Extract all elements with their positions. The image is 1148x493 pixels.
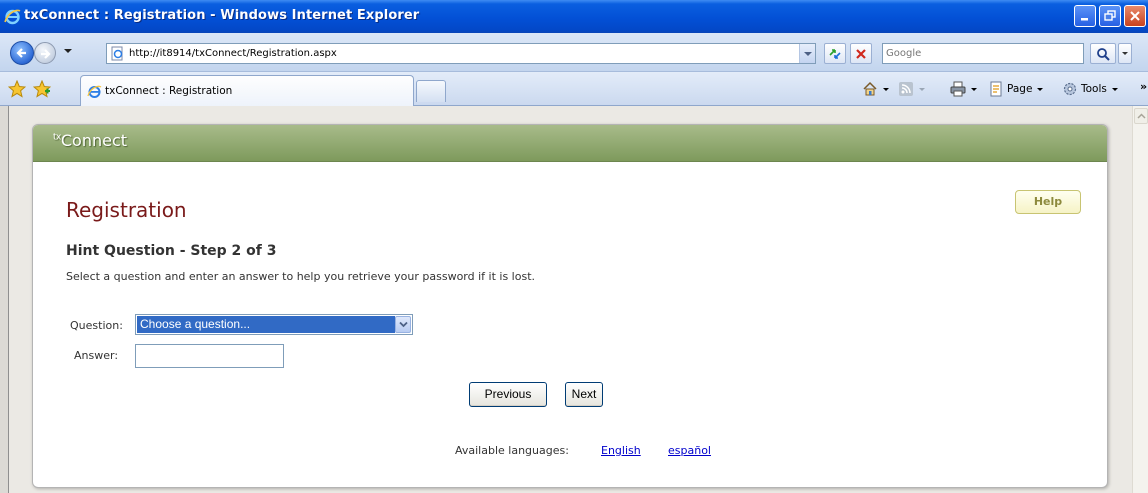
languages-label: Available languages: [455,444,569,457]
answer-input[interactable] [135,344,284,368]
add-favorites-icon[interactable] [33,80,51,98]
close-button[interactable] [1124,5,1146,27]
tab-registration[interactable]: txConnect : Registration [80,75,414,106]
refresh-go-icon [829,48,841,59]
chevron-down-icon [399,321,408,328]
address-dropdown[interactable] [799,44,815,63]
app-header: txConnect [33,125,1107,162]
home-icon [863,81,877,96]
search-field[interactable] [882,43,1084,64]
arrow-left-icon [16,48,26,58]
tab-label: txConnect : Registration [105,85,233,97]
printer-icon [950,81,966,97]
forward-button[interactable] [34,42,56,64]
answer-label: Answer: [74,349,119,362]
restore-button[interactable] [1099,5,1121,27]
url-input[interactable] [129,45,789,62]
print-button[interactable] [950,81,977,97]
stop-icon [856,48,866,59]
vertical-scrollbar[interactable] [1132,106,1148,493]
help-button[interactable]: Help [1015,190,1081,214]
recent-pages-dropdown[interactable] [64,49,72,53]
question-label: Question: [70,319,123,332]
question-dropdown-button[interactable] [395,316,411,333]
window-titlebar: txConnect : Registration - Windows Inter… [0,0,1148,33]
registration-panel: txConnect Help [32,124,1108,488]
new-tab-button[interactable] [416,80,446,102]
address-bar [0,33,1148,72]
question-selected-value: Choose a question... [137,316,395,333]
page-icon [111,46,123,61]
address-field[interactable] [106,43,816,64]
instructions-text: Select a question and enter an answer to… [66,270,536,283]
window-title: txConnect : Registration - Windows Inter… [24,8,420,23]
ie-page-icon [87,85,102,98]
gear-icon [1063,82,1077,96]
next-button[interactable]: Next [565,382,603,407]
scroll-up-button[interactable] [1134,108,1148,124]
toolbar-overflow-button[interactable]: » [1140,80,1147,93]
page-menu-icon [990,81,1002,97]
rss-feed-icon [899,82,913,96]
app-logo: txConnect [53,131,128,150]
tab-bar: txConnect : Registration Page Tools » [0,72,1148,106]
magnifier-icon [1097,48,1110,61]
language-link-espanol[interactable]: español [668,444,711,457]
stop-button[interactable] [850,43,872,64]
minimize-button[interactable] [1074,5,1096,27]
minimize-icon [1081,18,1088,21]
home-button[interactable] [862,81,889,97]
search-input[interactable] [886,45,1080,62]
close-icon [1130,11,1140,21]
back-button[interactable] [10,41,34,65]
go-button[interactable] [824,43,846,64]
language-link-english[interactable]: English [601,444,641,457]
step-title: Hint Question - Step 2 of 3 [66,243,277,259]
previous-button[interactable]: Previous [469,382,547,407]
page-title: Registration [66,198,187,222]
ie-logo-icon [4,9,21,25]
chevron-up-icon [1137,113,1146,119]
question-select[interactable]: Choose a question... [135,314,413,335]
page-menu-button[interactable]: Page [988,81,1044,97]
favorites-star-icon[interactable] [8,80,26,98]
restore-icon [1104,10,1116,21]
search-button[interactable] [1090,43,1116,64]
page-menu-label: Page [1007,83,1033,95]
search-options-dropdown[interactable] [1118,43,1132,64]
tools-menu-button[interactable]: Tools [1062,81,1118,97]
arrow-right-icon [41,49,51,59]
feeds-button[interactable] [898,81,925,97]
tools-menu-label: Tools [1081,83,1107,95]
